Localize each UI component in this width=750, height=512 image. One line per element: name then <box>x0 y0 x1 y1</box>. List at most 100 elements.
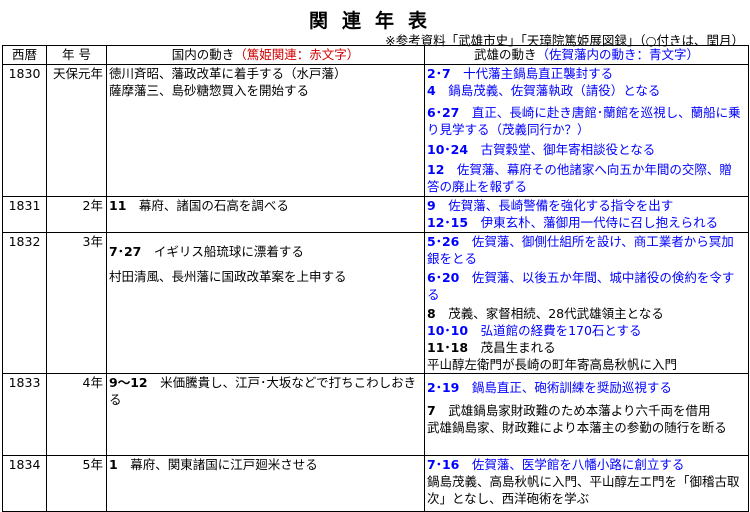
event-text: 鍋島茂義、高島秋帆に入門、平山醇左エ門を「御稽古取次」となし、西洋砲術を学ぶ <box>427 474 740 506</box>
takeo-cell: 5･26 佐賀藩、御側仕組所を設け、商工業者から冥加銀をとる 6･20 佐賀藩、… <box>424 232 749 374</box>
event-text: 佐賀藩、長崎警備を強化する指令を出す <box>448 198 674 213</box>
table-row: 1832 3年 7･27 イギリス船琉球に漂着する 村田清風、長州藩に国政改革案… <box>2 232 749 374</box>
takeo-cell: 7･16 佐賀藩、医学館を八幡小路に創立する 鍋島茂義、高島秋帆に入門、平山醇左… <box>424 455 749 512</box>
table-row: 1831 2年 11 幕府、諸国の石高を調べる 9 佐賀藩、長崎警備を強化する指… <box>2 196 749 233</box>
event-text: 幕府、関東諸国に江戸廻米させる <box>130 457 318 472</box>
domestic-event: 徳川斉昭、藩政改革に着手する（水戸藩） <box>109 66 422 83</box>
header-domestic-label: 国内の動き <box>171 47 235 62</box>
event-text: 伊東玄朴、藩御用一代侍に召し抱えられる <box>480 215 719 230</box>
year-cell: 1833 <box>2 373 47 456</box>
event-date: 11･18 <box>427 340 469 355</box>
takeo-event: 6･27 直正、長崎に赴き唐館･蘭館を巡視し、蘭船に乗り見学する（茂義同行か？） <box>427 104 746 138</box>
event-text: 幕府、諸国の石高を調べる <box>138 198 289 213</box>
takeo-event: 平山醇左衛門が長崎の町年寄高島秋帆に入門 <box>427 356 746 373</box>
takeo-event: 7･16 佐賀藩、医学館を八幡小路に創立する <box>427 457 746 474</box>
event-date: 4 <box>427 83 436 98</box>
event-text: 弘道館の経費を170石とする <box>480 323 642 338</box>
event-date: 7･16 <box>427 457 460 472</box>
event-date: 10･24 <box>427 142 469 157</box>
event-text: 十代藩主鍋島直正襲封する <box>463 66 614 81</box>
event-date: 11 <box>109 198 127 213</box>
event-date: 2･19 <box>427 380 460 395</box>
takeo-event: 武雄鍋島家、財政難により本藩主の参勤の随行を断る <box>427 419 746 436</box>
takeo-event: 鍋島茂義、高島秋帆に入門、平山醇左エ門を「御稽古取次」となし、西洋砲術を学ぶ <box>427 473 746 507</box>
takeo-event: 9 佐賀藩、長崎警備を強化する指令を出す <box>427 198 746 215</box>
event-text: 茂昌生まれる <box>480 340 556 355</box>
event-text: 佐賀藩、以後五か年間、城中諸役の倹約を令する <box>427 270 735 302</box>
domestic-cell: 1 幕府、関東諸国に江戸廻米させる <box>106 455 425 512</box>
takeo-event: 2･7 十代藩主鍋島直正襲封する <box>427 66 746 83</box>
event-date: 2･7 <box>427 66 451 81</box>
takeo-cell: 2･19 鍋島直正、砲術訓練を奨励巡視する 7 武雄鍋島家財政難のため本藩より六… <box>424 373 749 456</box>
event-text: 薩摩藩三、島砂糖惣買入を開始する <box>109 83 310 98</box>
event-date: 1 <box>109 457 118 472</box>
event-date: 10･10 <box>427 323 469 338</box>
table-row: 1834 5年 1 幕府、関東諸国に江戸廻米させる 7･16 佐賀藩、医学館を八… <box>2 455 749 512</box>
table-row: 1830 天保元年 徳川斉昭、藩政改革に着手する（水戸藩） 薩摩藩三、島砂糖惣買… <box>2 64 749 197</box>
event-text: 武雄鍋島家、財政難により本藩主の参勤の随行を断る <box>427 420 727 435</box>
event-text: イギリス船琉球に漂着する <box>153 244 304 259</box>
event-text: 古賀穀堂、御年寄相談役となる <box>480 142 656 157</box>
chronology-table: 西暦 年 号 国内の動き（篤姫関連：赤文字） 武雄の動き（佐賀藩内の動き：青文字… <box>2 45 749 512</box>
domestic-event: 村田清風、長州藩に国政改革案を上申する <box>109 268 422 285</box>
event-text: 鍋島直正、砲術訓練を奨励巡視する <box>471 380 672 395</box>
header-takeo-note: （佐賀藩内の動き：青文字） <box>536 47 700 62</box>
domestic-cell: 9～12 米価騰貴し、江戸･大坂などで打ちこわしおきる <box>106 373 425 456</box>
domestic-event: 1 幕府、関東諸国に江戸廻米させる <box>109 457 422 474</box>
year-cell: 1830 <box>2 64 47 197</box>
event-text: 平山醇左衛門が長崎の町年寄高島秋帆に入門 <box>427 357 678 372</box>
takeo-event: 10･24 古賀穀堂、御年寄相談役となる <box>427 141 746 158</box>
event-text: 村田清風、長州藩に国政改革案を上申する <box>109 269 347 284</box>
event-date: 6･20 <box>427 270 460 285</box>
event-text: 米価騰貴し、江戸･大坂などで打ちこわしおきる <box>109 375 417 407</box>
domestic-event: 薩摩藩三、島砂糖惣買入を開始する <box>109 82 422 99</box>
event-text: 徳川斉昭、藩政改革に着手する（水戸藩） <box>109 66 347 81</box>
event-text: 佐賀藩、医学館を八幡小路に創立する <box>471 457 685 472</box>
takeo-event: 7 武雄鍋島家財政難のため本藩より六千両を借用 <box>427 402 746 419</box>
header-takeo: 武雄の動き（佐賀藩内の動き：青文字） <box>424 45 749 65</box>
event-date: 9～12 <box>109 375 148 390</box>
takeo-cell: 9 佐賀藩、長崎警備を強化する指令を出す 12･15 伊東玄朴、藩御用一代侍に召… <box>424 196 749 233</box>
era-cell: 5年 <box>46 455 107 512</box>
page-title: 関連年表 <box>308 10 441 32</box>
event-date: 5･26 <box>427 234 460 249</box>
domestic-event: 11 幕府、諸国の石高を調べる <box>109 198 422 215</box>
takeo-event: 11･18 茂昌生まれる <box>427 339 746 356</box>
event-date: 6･27 <box>427 105 460 120</box>
event-text: 佐賀藩、幕府その他諸家へ向五か年間の交際、贈答の廃止を報ずる <box>427 162 732 194</box>
event-text: 茂義、家督相続、28代武雄領主となる <box>448 306 664 321</box>
takeo-event: 6･20 佐賀藩、以後五か年間、城中諸役の倹約を令する <box>427 269 746 303</box>
header-domestic-note: （篤姫関連：赤文字） <box>234 47 360 62</box>
event-date: 12 <box>427 162 445 177</box>
event-date: 12･15 <box>427 215 469 230</box>
era-cell: 天保元年 <box>46 64 107 197</box>
header-domestic: 国内の動き（篤姫関連：赤文字） <box>106 45 425 65</box>
takeo-event: 12･15 伊東玄朴、藩御用一代侍に召し抱えられる <box>427 214 746 231</box>
event-text: 直正、長崎に赴き唐館･蘭館を巡視し、蘭船に乗り見学する（茂義同行か？） <box>427 105 741 137</box>
year-cell: 1832 <box>2 232 47 374</box>
event-date: 9 <box>427 198 436 213</box>
event-text: 佐賀藩、御側仕組所を設け、商工業者から冥加銀をとる <box>427 234 734 266</box>
year-cell: 1831 <box>2 196 47 233</box>
takeo-event: 2･19 鍋島直正、砲術訓練を奨励巡視する <box>427 379 746 396</box>
domestic-event: 9～12 米価騰貴し、江戸･大坂などで打ちこわしおきる <box>109 375 422 409</box>
header-year: 西暦 <box>2 45 47 65</box>
header-era: 年 号 <box>46 45 107 65</box>
header-row: 西暦 年 号 国内の動き（篤姫関連：赤文字） 武雄の動き（佐賀藩内の動き：青文字… <box>2 45 749 65</box>
era-cell: 2年 <box>46 196 107 233</box>
event-date: 7･27 <box>109 244 142 259</box>
era-cell: 3年 <box>46 232 107 374</box>
domestic-event: 7･27 イギリス船琉球に漂着する <box>109 243 422 260</box>
header-takeo-label: 武雄の動き <box>473 47 537 62</box>
event-date: 7 <box>427 403 436 418</box>
table-row: 1833 4年 9～12 米価騰貴し、江戸･大坂などで打ちこわしおきる 2･19… <box>2 373 749 456</box>
event-text: 武雄鍋島家財政難のため本藩より六千両を借用 <box>448 403 711 418</box>
takeo-event: 5･26 佐賀藩、御側仕組所を設け、商工業者から冥加銀をとる <box>427 234 746 268</box>
domestic-cell: 徳川斉昭、藩政改革に着手する（水戸藩） 薩摩藩三、島砂糖惣買入を開始する <box>106 64 425 197</box>
domestic-cell: 7･27 イギリス船琉球に漂着する 村田清風、長州藩に国政改革案を上申する <box>106 232 425 374</box>
era-cell: 4年 <box>46 373 107 456</box>
takeo-cell: 2･7 十代藩主鍋島直正襲封する 4 鍋島茂義、佐賀藩執政（請役）となる 6･2… <box>424 64 749 197</box>
year-cell: 1834 <box>2 455 47 512</box>
takeo-event: 10･10 弘道館の経費を170石とする <box>427 322 746 339</box>
event-text: 鍋島茂義、佐賀藩執政（請役）となる <box>448 83 661 98</box>
